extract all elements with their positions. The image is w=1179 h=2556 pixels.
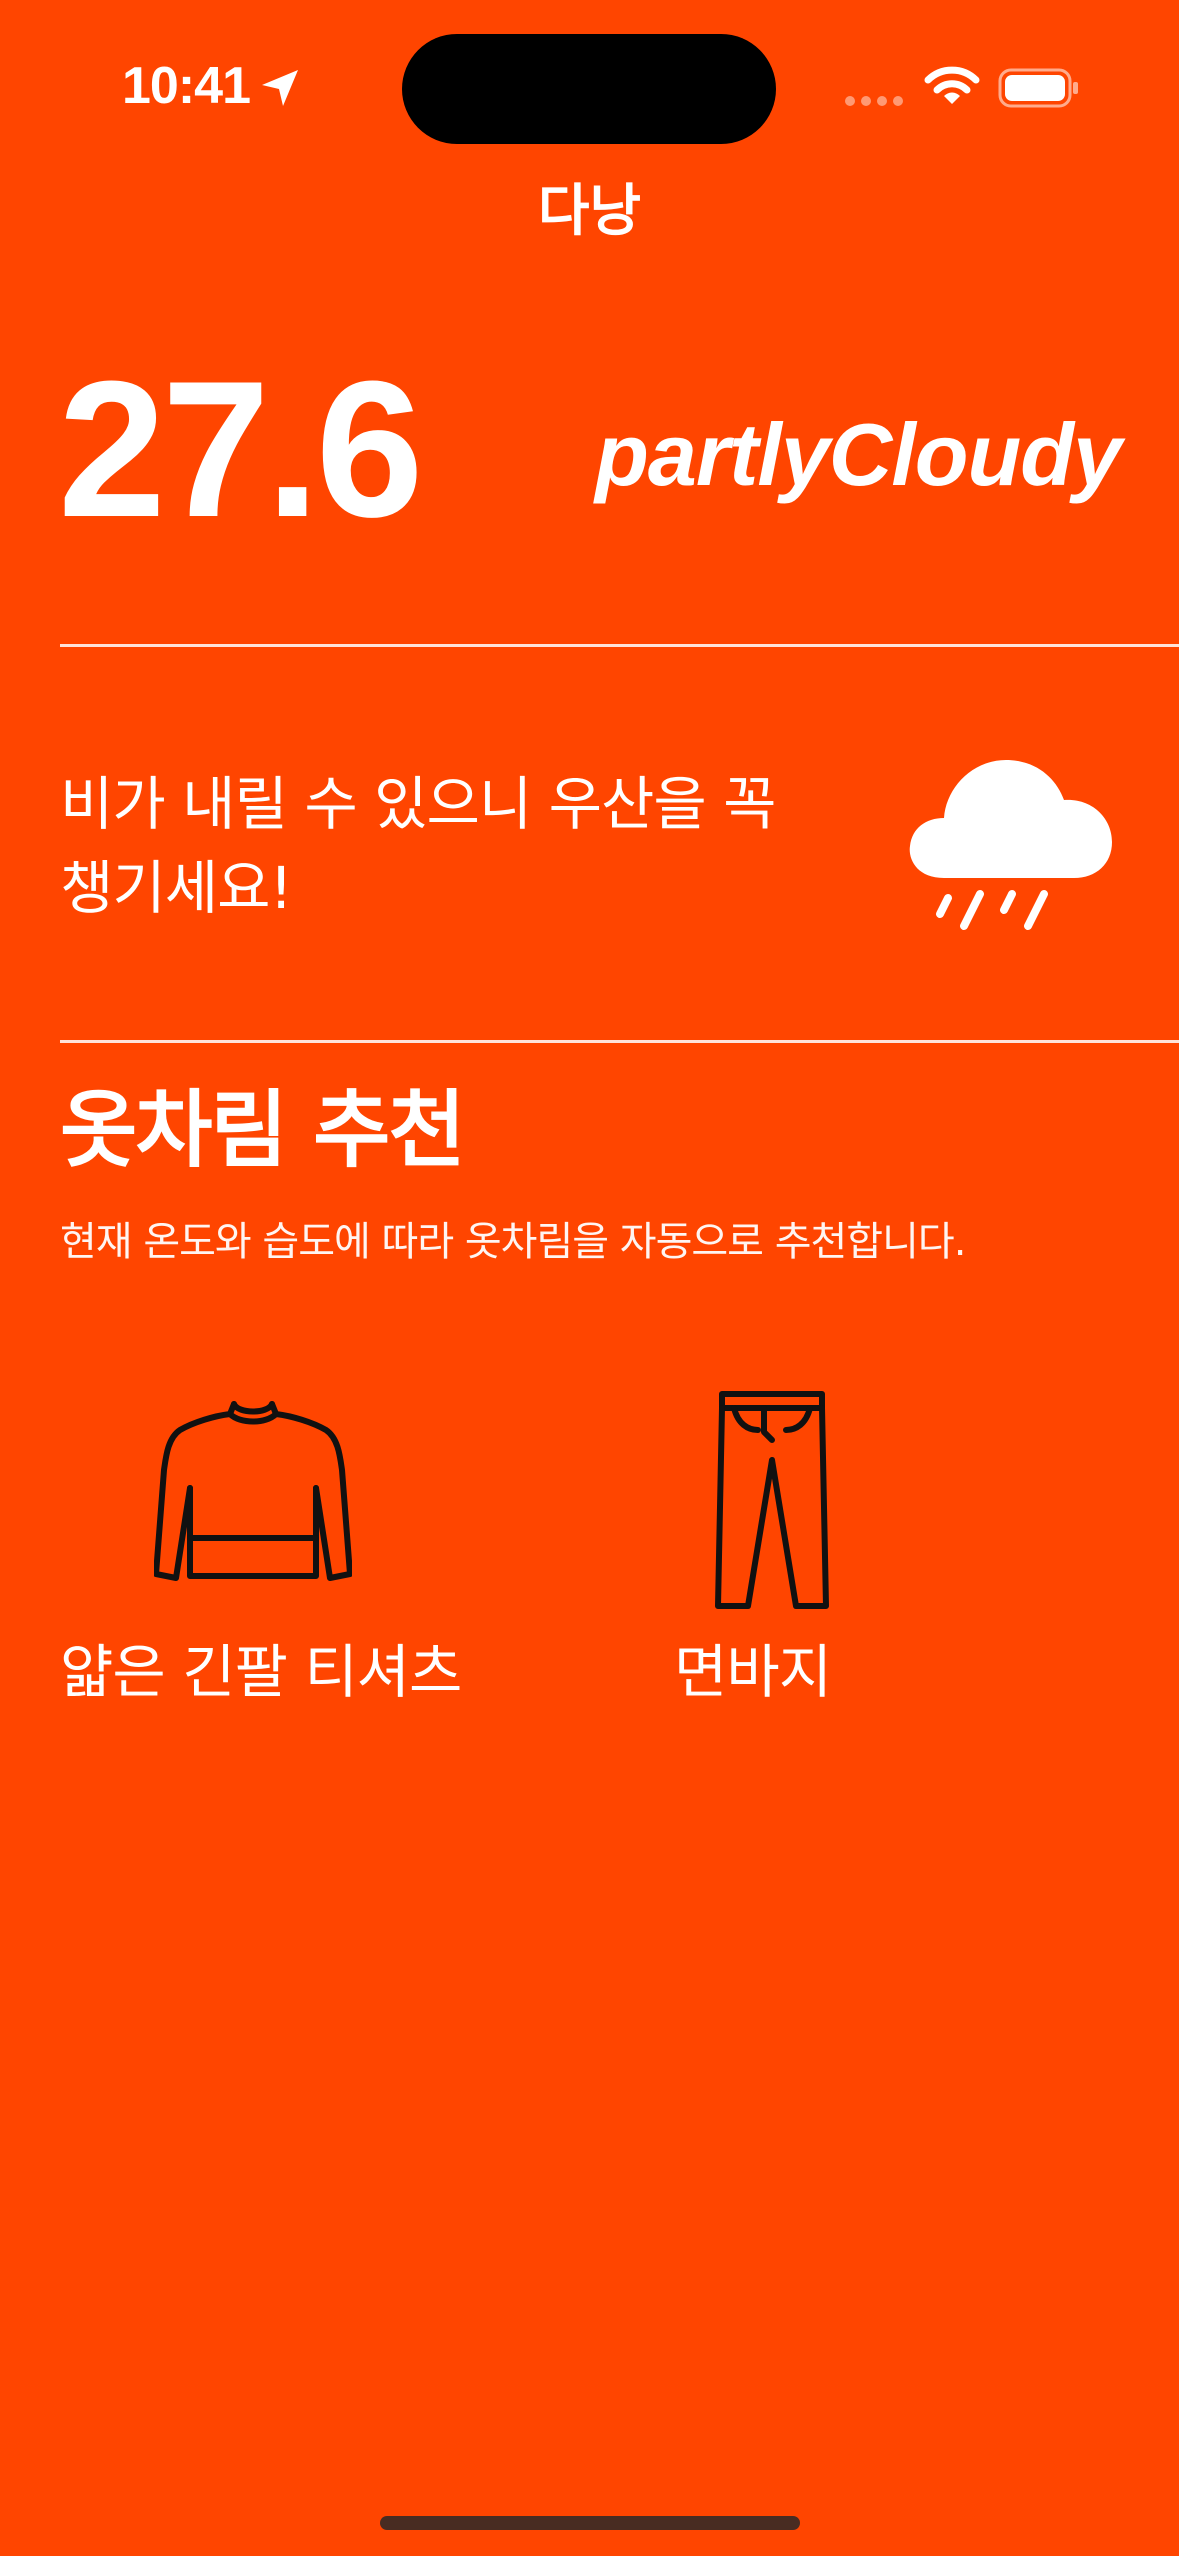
pants-icon [715,1391,829,1609]
temperature-value: 27.6 [58,341,424,558]
city-name: 다낭 [537,179,642,244]
home-indicator[interactable] [380,2516,800,2530]
weather-screen: 10:41 다낭 27.6 partlyCloudy 비가 내릴 수 있으니 우… [0,0,1179,2556]
divider [60,644,1179,647]
weather-condition: partlyCloudy [595,405,1122,504]
dynamic-island [402,34,776,144]
outfit-label: 면바지 [674,1638,832,1706]
weather-advice: 비가 내릴 수 있으니 우산을 꼭 챙기세요! [60,770,777,922]
outfit-label: 얇은 긴팔 티셔츠 [60,1638,462,1706]
section-description: 현재 온도와 습도에 따라 옷차림을 자동으로 추천합니다. [60,1219,966,1265]
location-arrow-icon [262,70,298,106]
status-time: 10:41 [122,57,251,115]
divider [60,1040,1179,1043]
battery-icon [998,68,1078,108]
signal-icon [845,96,903,106]
wifi-icon [924,66,980,104]
section-title: 옷차림 추천 [60,1081,466,1179]
rain-cloud-icon [909,760,1112,930]
long-sleeve-shirt-icon [154,1401,352,1581]
